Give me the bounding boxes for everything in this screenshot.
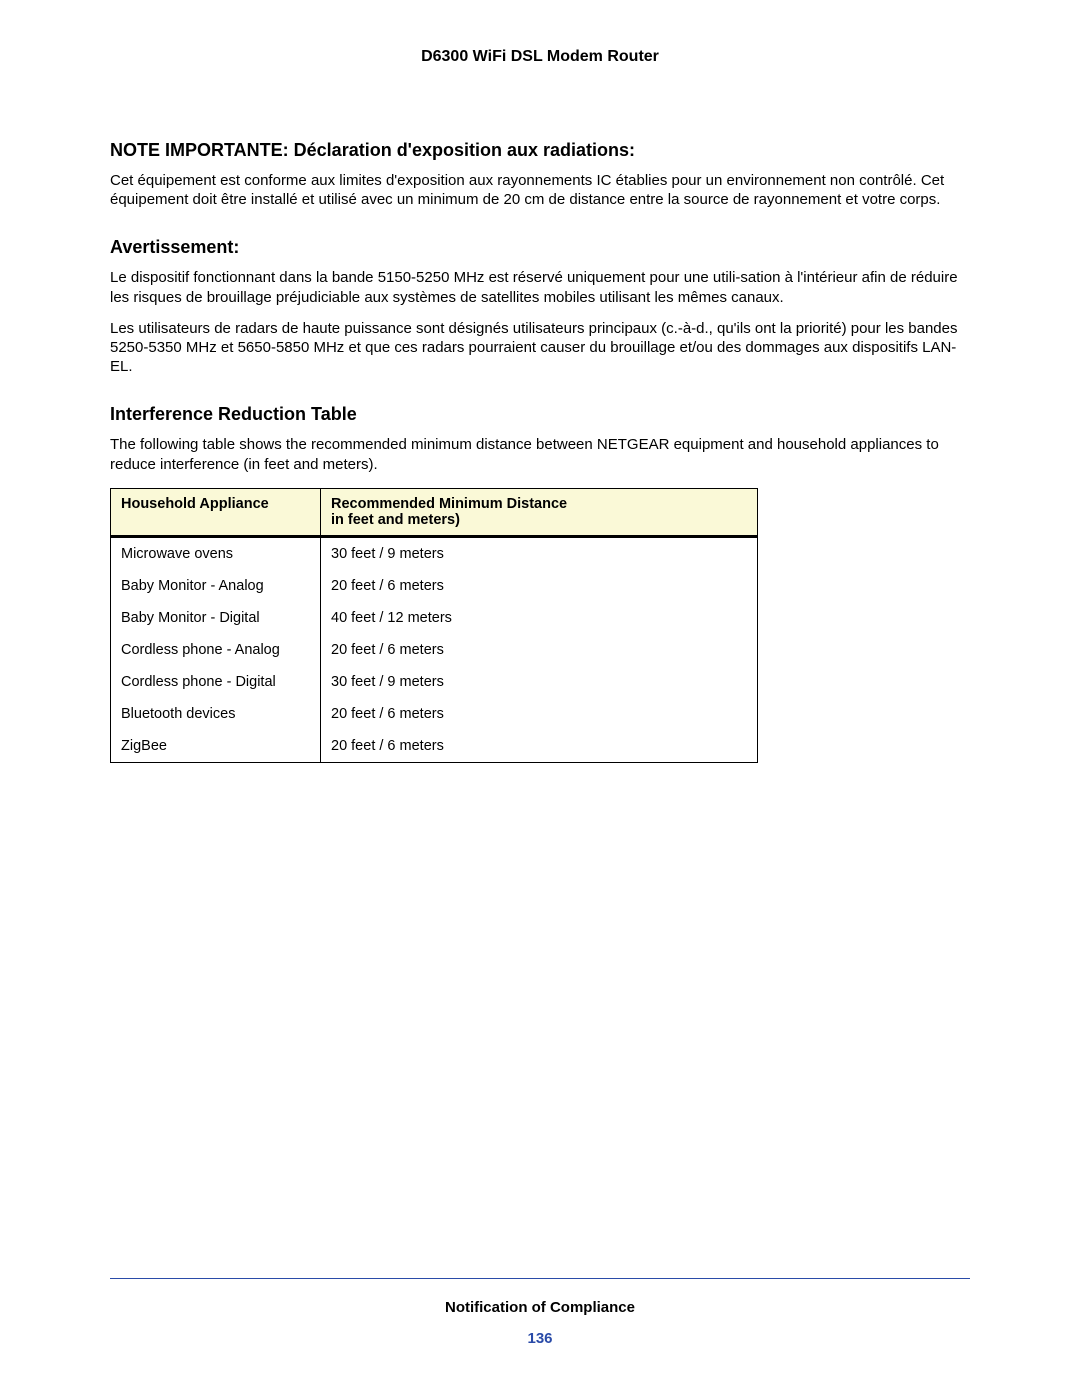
cell-distance: 20 feet / 6 meters	[321, 634, 758, 666]
table-row: Baby Monitor - Digital40 feet / 12 meter…	[111, 602, 758, 634]
paragraph-interference-body: The following table shows the recommende…	[110, 435, 970, 473]
cell-distance: 20 feet / 6 meters	[321, 570, 758, 602]
cell-appliance: Cordless phone - Analog	[111, 634, 321, 666]
cell-appliance: Baby Monitor - Analog	[111, 570, 321, 602]
heading-interference: Interference Reduction Table	[110, 404, 970, 425]
cell-distance: 30 feet / 9 meters	[321, 666, 758, 698]
page-footer: Notification of Compliance 136	[110, 1278, 970, 1347]
paragraph-note-body: Cet équipement est conforme aux limites …	[110, 171, 970, 209]
table-row: Baby Monitor - Analog20 feet / 6 meters	[111, 570, 758, 602]
cell-appliance: Bluetooth devices	[111, 698, 321, 730]
document-title: D6300 WiFi DSL Modem Router	[110, 48, 970, 66]
heading-avertissement: Avertissement:	[110, 237, 970, 258]
table-row: Microwave ovens30 feet / 9 meters	[111, 536, 758, 570]
table-row: ZigBee20 feet / 6 meters	[111, 730, 758, 763]
footer-page-number: 136	[110, 1330, 970, 1347]
paragraph-avert-1: Le dispositif fonctionnant dans la bande…	[110, 268, 970, 306]
cell-distance: 20 feet / 6 meters	[321, 730, 758, 763]
cell-appliance: Microwave ovens	[111, 536, 321, 570]
cell-appliance: ZigBee	[111, 730, 321, 763]
cell-appliance: Cordless phone - Digital	[111, 666, 321, 698]
cell-distance: 20 feet / 6 meters	[321, 698, 758, 730]
table-row: Cordless phone - Analog20 feet / 6 meter…	[111, 634, 758, 666]
cell-distance: 40 feet / 12 meters	[321, 602, 758, 634]
table-header-distance: Recommended Minimum Distance in feet and…	[321, 488, 758, 536]
footer-divider	[110, 1278, 970, 1279]
table-row: Bluetooth devices20 feet / 6 meters	[111, 698, 758, 730]
table-header-appliance: Household Appliance	[111, 488, 321, 536]
heading-note-importante: NOTE IMPORTANTE: Déclaration d'expositio…	[110, 140, 970, 161]
interference-reduction-table: Household Appliance Recommended Minimum …	[110, 488, 758, 763]
cell-distance: 30 feet / 9 meters	[321, 536, 758, 570]
cell-appliance: Baby Monitor - Digital	[111, 602, 321, 634]
paragraph-avert-2: Les utilisateurs de radars de haute puis…	[110, 319, 970, 377]
footer-title: Notification of Compliance	[110, 1299, 970, 1316]
table-row: Cordless phone - Digital30 feet / 9 mete…	[111, 666, 758, 698]
